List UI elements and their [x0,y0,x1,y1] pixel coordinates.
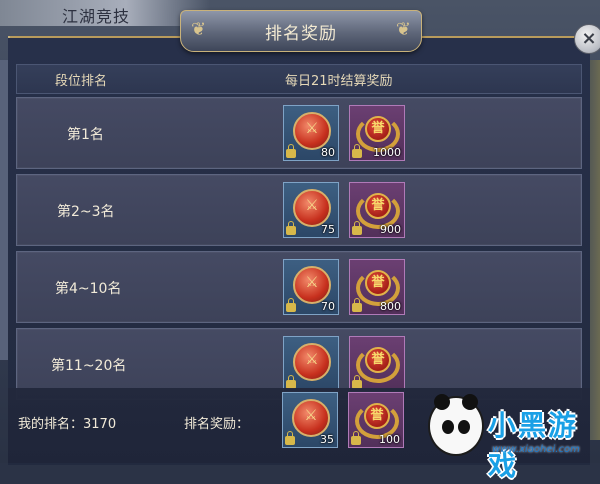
crossed-swords-medal-icon: ⚔ [293,266,331,304]
reward-quantity: 75 [321,223,335,236]
reward-quantity: 70 [321,300,335,313]
reward-column-header: 每日21时结算奖励 [285,74,393,89]
background-left-edge [0,60,8,360]
close-icon: × [581,28,597,49]
rank-label: 第11~20名 [51,358,127,374]
close-button[interactable]: × [574,24,600,54]
panda-icon [428,394,484,456]
crossed-swords-medal-icon: ⚔ [292,399,330,437]
lock-icon [352,144,362,158]
reward-slot-medal[interactable]: ⚔ [283,336,339,392]
lock-icon [286,298,296,312]
lock-icon [286,221,296,235]
reward-slot-honor[interactable]: 誉 [349,336,405,392]
reward-quantity: 1000 [373,146,401,159]
reward-slot-medal[interactable]: ⚔ 70 [283,259,339,315]
rank-label: 第2~3名 [57,204,115,220]
background-tab: 江湖竞技 [0,0,210,26]
reward-slot-medal[interactable]: ⚔ 75 [283,182,339,238]
rank-label: 第1名 [67,127,104,143]
reward-slot-medal[interactable]: ⚔ 80 [283,105,339,161]
watermark-url: www.xiaohei.com [492,444,580,455]
lock-icon [286,144,296,158]
rank-label: 第4~10名 [55,281,122,297]
crossed-swords-medal-icon: ⚔ [293,343,331,381]
rank-column-header: 段位排名 [55,74,108,89]
my-reward-slot-medal[interactable]: ⚔ 35 [282,392,338,448]
reward-quantity: 100 [379,433,400,446]
lock-icon [351,431,361,445]
reward-quantity: 80 [321,146,335,159]
table-row: 第4~10名 ⚔ 70 誉 800 [16,251,582,323]
table-row: 第1名 ⚔ 80 誉 1000 [16,97,582,169]
crossed-swords-medal-icon: ⚔ [293,112,331,150]
watermark-logo: 小黑游戏 www.xiaohei.com [428,394,600,482]
cloud-ornament-icon: ❦ [395,19,411,40]
lock-icon [352,298,362,312]
table-row: 第2~3名 ⚔ 75 誉 900 [16,174,582,246]
reward-slot-honor[interactable]: 誉 900 [349,182,405,238]
honor-laurel-icon: 誉 [356,341,400,383]
table-header: 段位排名 每日21时结算奖励 [16,64,582,94]
my-reward-label: 排名奖励： [184,417,250,432]
crossed-swords-medal-icon: ⚔ [293,189,331,227]
lock-icon [285,431,295,445]
reward-quantity: 35 [320,433,334,446]
reward-quantity: 800 [380,300,401,313]
window-title: 排名奖励 [265,24,337,44]
reward-slot-honor[interactable]: 誉 1000 [349,105,405,161]
background-tab-title: 江湖竞技 [62,7,131,26]
my-reward-slot-honor[interactable]: 誉 100 [348,392,404,448]
reward-slot-honor[interactable]: 誉 800 [349,259,405,315]
title-plate: ❦ 排名奖励 ❦ [180,10,422,52]
reward-quantity: 900 [380,223,401,236]
lock-icon [352,221,362,235]
my-rank-text: 我的排名：3170 [18,417,117,432]
